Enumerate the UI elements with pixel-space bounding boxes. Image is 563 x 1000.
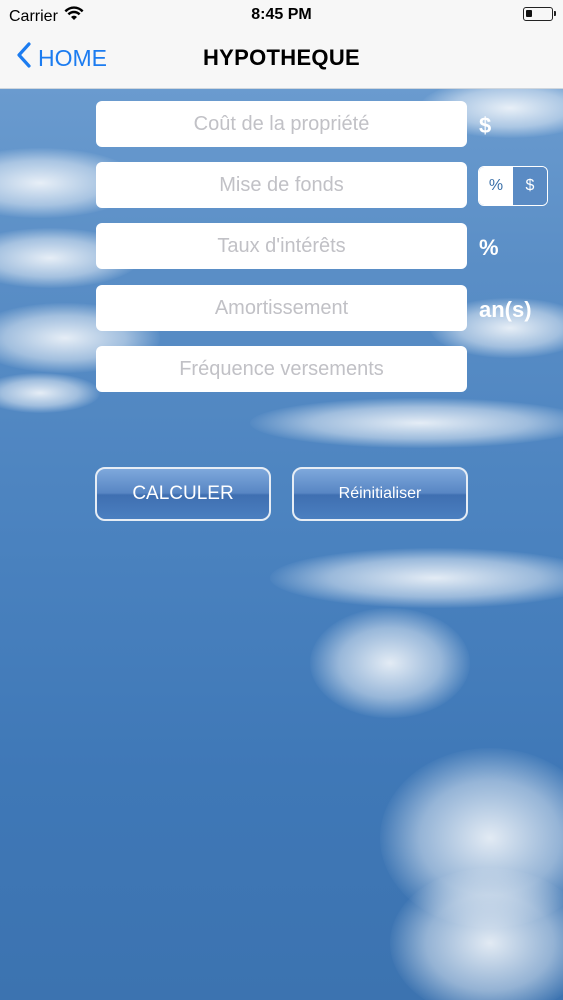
status-bar: Carrier 8:45 PM [0, 0, 563, 30]
reset-button[interactable]: Réinitialiser [292, 467, 468, 521]
payment-frequency-input[interactable] [96, 346, 467, 392]
down-payment-unit-toggle[interactable]: % $ [478, 166, 548, 206]
unit-dollar-option[interactable]: $ [513, 167, 547, 205]
battery-icon [523, 7, 556, 21]
unit-percent-option[interactable]: % [479, 167, 513, 205]
property-cost-input[interactable] [96, 101, 467, 147]
interest-rate-input[interactable] [96, 223, 467, 269]
interest-percent-label: % [479, 235, 499, 260]
status-time: 8:45 PM [251, 6, 312, 23]
cost-currency-label: $ [479, 113, 492, 138]
navigation-bar: HOME HYPOTHEQUE [0, 30, 563, 89]
amortization-years-label: an(s) [479, 297, 532, 322]
page-title: HYPOTHEQUE [202, 45, 361, 70]
battery-level [526, 10, 532, 17]
calculate-button[interactable]: CALCULER [95, 467, 271, 521]
amortization-input[interactable] [96, 285, 467, 331]
down-payment-input[interactable] [96, 162, 467, 208]
